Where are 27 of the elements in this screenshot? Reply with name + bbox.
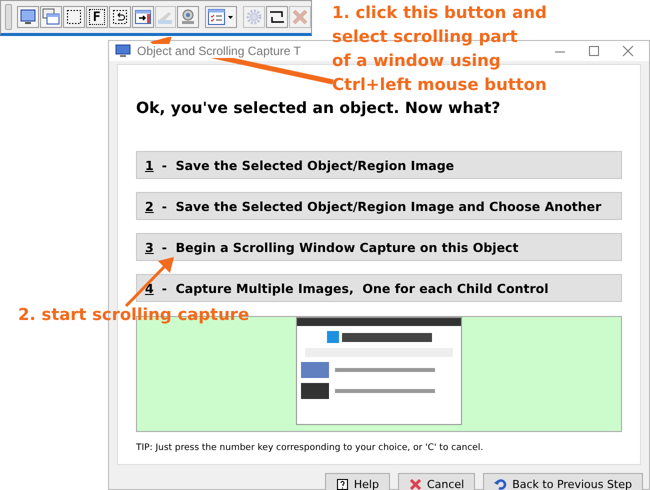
heading: Ok, you've selected an object. Now what? (136, 99, 502, 117)
option-button[interactable]: 1 - Save the Selected Object/Region Image (136, 151, 622, 179)
checklist-icon[interactable] (205, 6, 238, 28)
cross-icon (408, 478, 422, 490)
annotation-text: 2. start scrolling capture (18, 304, 250, 326)
monitor-icon[interactable] (16, 6, 39, 28)
fixed-region-button[interactable]: F (86, 6, 108, 28)
webcam-icon[interactable] (177, 6, 200, 28)
close-icon[interactable] (621, 44, 635, 58)
option-button[interactable]: 2 - Save the Selected Object/Region Image and Choose Another (136, 192, 622, 220)
back-arrow-icon (494, 478, 508, 490)
maximize-icon[interactable] (587, 44, 601, 58)
dotted-rectangle-icon[interactable] (62, 6, 85, 28)
annotation-text: 1. click this button and select scrolling part of a window using Ctrl+left mouse button (332, 2, 547, 96)
windows-icon[interactable] (40, 6, 62, 28)
window-title: Object and Scrolling Capture T (137, 44, 303, 58)
back-button[interactable]: Back to Previous Step (483, 473, 643, 490)
help-icon (336, 478, 349, 490)
help-button[interactable]: Help (324, 473, 390, 490)
app-icon (115, 44, 131, 58)
option-button[interactable]: 4 - Capture Multiple Images, One for each Child Control (136, 274, 622, 302)
toolbar-grip[interactable] (5, 4, 12, 30)
annotation-arrow (124, 257, 174, 308)
tip-text: TIP: Just press the number key corresponding to your choice, or 'C' to cancel. (136, 443, 484, 453)
cancel-button[interactable]: Cancel (398, 473, 476, 490)
split-lines-icon[interactable] (266, 6, 288, 28)
option-button[interactable]: 3 - Begin a Scrolling Window Capture on this Object (136, 233, 622, 261)
